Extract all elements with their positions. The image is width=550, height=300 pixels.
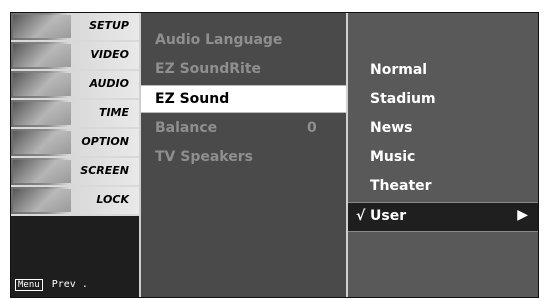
option-theater[interactable]: Theater: [348, 173, 538, 201]
row-label: TV Speakers: [155, 149, 253, 165]
option-label: User: [370, 208, 407, 224]
row-label: EZ SoundRite: [155, 61, 262, 77]
row-label: Balance: [155, 120, 218, 136]
menu-row-ez-sound[interactable]: EZ Sound: [141, 85, 346, 113]
balance-value: 0: [307, 120, 317, 136]
option-icon: [13, 131, 71, 154]
menu-item-label: VIDEO: [90, 48, 129, 61]
menu-item-screen[interactable]: SCREEN: [11, 158, 139, 187]
option-label: Stadium: [370, 91, 436, 107]
menu-item-label: SETUP: [89, 19, 129, 32]
right-arrow-icon: ▶: [517, 207, 528, 223]
ez-sound-submenu: Normal Stadium News Music Theater √ User…: [348, 13, 538, 297]
audio-icon: [13, 73, 71, 96]
option-label: Normal: [370, 62, 428, 78]
menu-item-audio[interactable]: AUDIO: [11, 71, 139, 100]
option-label: Theater: [370, 178, 432, 194]
menu-item-time[interactable]: TIME: [11, 100, 139, 129]
option-user[interactable]: √ User ▶: [348, 202, 538, 232]
option-stadium[interactable]: Stadium: [348, 86, 538, 114]
submenu-header-space: [348, 13, 538, 44]
setup-icon: [13, 15, 71, 38]
prev-hint[interactable]: Menu Prev .: [15, 279, 88, 291]
row-label: EZ Sound: [155, 91, 230, 107]
option-music[interactable]: Music: [348, 144, 538, 172]
menu-item-video[interactable]: VIDEO: [11, 42, 139, 71]
menu-item-setup[interactable]: SETUP: [11, 13, 139, 42]
menu-row-tv-speakers[interactable]: TV Speakers: [141, 144, 346, 170]
option-news[interactable]: News: [348, 115, 538, 143]
menu-row-balance[interactable]: Balance 0: [141, 115, 346, 141]
option-normal[interactable]: Normal: [348, 57, 538, 85]
prev-label: Prev .: [51, 279, 88, 290]
video-icon: [13, 44, 71, 67]
menu-item-label: OPTION: [81, 135, 129, 148]
lock-icon: [13, 189, 71, 212]
main-menu: SETUP VIDEO AUDIO TIME OPTION SCREEN LOC…: [11, 13, 141, 297]
menu-item-label: AUDIO: [89, 77, 129, 90]
menu-item-label: LOCK: [96, 193, 129, 206]
tv-menu-frame: SETUP VIDEO AUDIO TIME OPTION SCREEN LOC…: [10, 12, 539, 298]
menu-item-label: SCREEN: [80, 164, 129, 177]
menu-row-audio-language[interactable]: Audio Language: [141, 27, 346, 53]
menu-item-lock[interactable]: LOCK: [11, 187, 139, 216]
screen-icon: [13, 160, 71, 183]
menu-item-option[interactable]: OPTION: [11, 129, 139, 158]
menu-key-badge: Menu: [15, 279, 43, 291]
row-label: Audio Language: [155, 32, 283, 48]
clock-icon: [13, 102, 71, 125]
menu-item-label: TIME: [98, 106, 129, 119]
checkmark-icon: √: [356, 208, 366, 224]
option-label: News: [370, 120, 413, 136]
submenu-footer-space: [348, 245, 538, 297]
menu-row-ez-soundrite[interactable]: EZ SoundRite: [141, 56, 346, 82]
option-label: Music: [370, 149, 416, 165]
audio-menu: Audio Language EZ SoundRite EZ Sound Bal…: [141, 13, 348, 297]
